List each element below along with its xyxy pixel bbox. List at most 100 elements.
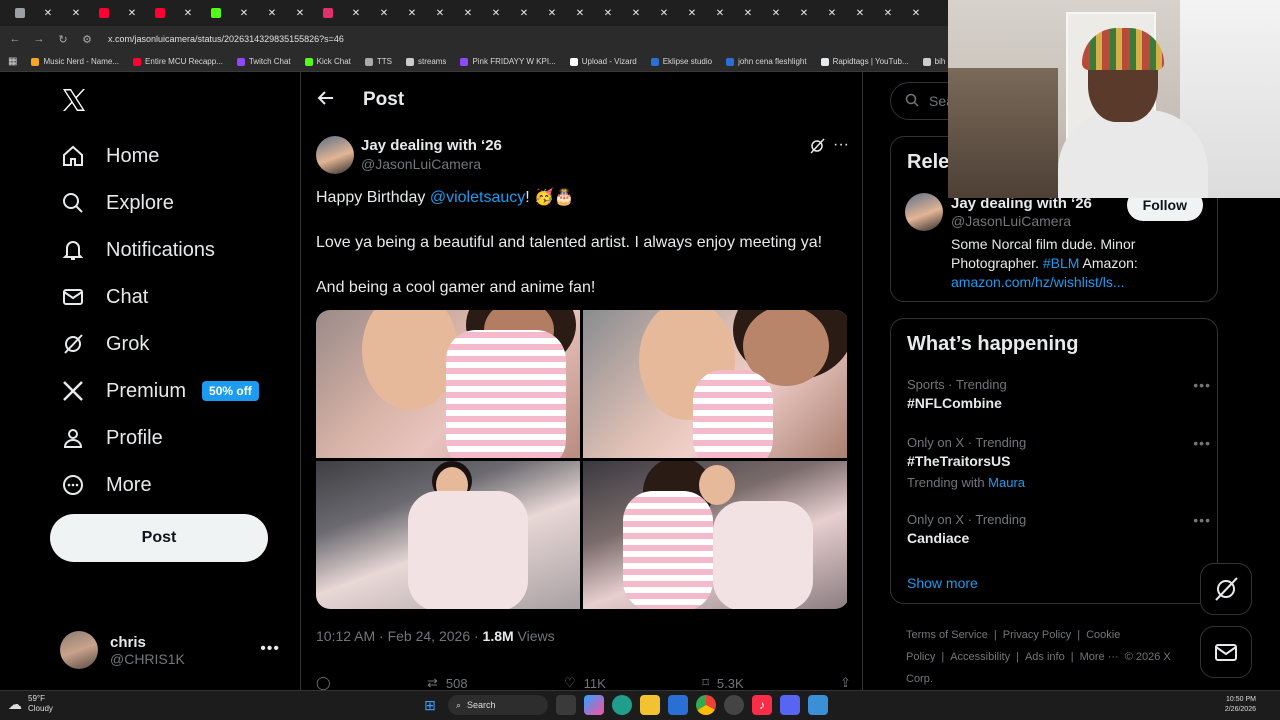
browser-tab[interactable] [146, 2, 174, 24]
browser-tab[interactable]: ✕ [650, 2, 678, 24]
browser-tab[interactable]: ✕ [706, 2, 734, 24]
browser-tab[interactable]: ✕ [370, 2, 398, 24]
reload-icon[interactable]: ↻ [56, 33, 70, 46]
x-logo-icon[interactable] [60, 86, 88, 114]
browser-tab[interactable]: ✕ [230, 2, 258, 24]
apps-grid-icon[interactable]: ▦ [8, 56, 17, 67]
browser-tab[interactable]: ✕ [510, 2, 538, 24]
tweet-timestamp[interactable]: 10:12 AM · Feb 24, 2026 · [316, 628, 483, 644]
edge-icon[interactable] [612, 695, 632, 715]
music-icon[interactable]: ♪ [752, 695, 772, 715]
taskbar-search[interactable]: ⌕ Search [448, 695, 548, 715]
browser-tab[interactable]: ✕ [678, 2, 706, 24]
mention-link[interactable]: @violetsaucy [430, 189, 525, 206]
more-horizontal-icon[interactable]: ··· [833, 136, 849, 154]
nav-explore[interactable]: Explore [60, 185, 174, 221]
browser-tab[interactable]: ✕ [62, 2, 90, 24]
browser-tab[interactable]: ✕ [398, 2, 426, 24]
browser-tab[interactable]: ✕ [286, 2, 314, 24]
browser-tab[interactable] [90, 2, 118, 24]
retweet-button[interactable]: ⇄ 508 [427, 675, 468, 691]
browser-tab[interactable]: ✕ [594, 2, 622, 24]
browser-tab[interactable]: ✕ [846, 2, 874, 24]
post-button[interactable]: Post [50, 514, 268, 562]
grok-icon[interactable] [809, 138, 825, 159]
footer-link[interactable]: Accessibility [950, 651, 1010, 663]
bookmark-item[interactable]: streams [405, 57, 446, 66]
bookmark-item[interactable]: TTS [364, 57, 392, 66]
trending-with-link[interactable]: Maura [988, 475, 1025, 490]
bookmark-item[interactable]: Eklipse studio [650, 57, 712, 66]
forward-icon[interactable]: → [32, 33, 46, 45]
browser-tab[interactable]: ✕ [566, 2, 594, 24]
obs-icon[interactable] [724, 695, 744, 715]
browser-tab[interactable] [202, 2, 230, 24]
nav-profile[interactable]: Profile [60, 420, 163, 456]
browser-tab[interactable]: ✕ [762, 2, 790, 24]
browser-tab[interactable]: ✕ [818, 2, 846, 24]
account-switcher[interactable]: chris @CHRIS1K ••• [60, 630, 290, 670]
site-settings-icon[interactable]: ⚙ [80, 33, 94, 46]
footer-link[interactable]: Ads info [1025, 651, 1065, 663]
nav-more[interactable]: More [60, 467, 152, 503]
author-avatar[interactable] [316, 136, 354, 174]
browser-tab[interactable]: ✕ [258, 2, 286, 24]
author-handle[interactable]: @JasonLuiCamera [361, 156, 481, 172]
bookmark-item[interactable]: Rapidtags | YouTub... [820, 57, 909, 66]
bookmark-item[interactable]: Kick Chat [304, 57, 351, 66]
footer-link[interactable]: More ··· [1080, 651, 1119, 663]
grok-fab-button[interactable] [1200, 563, 1252, 615]
more-horizontal-icon[interactable]: ••• [260, 640, 280, 658]
author-avatar[interactable] [905, 193, 943, 231]
task-view-icon[interactable] [556, 695, 576, 715]
browser-tab[interactable]: ✕ [790, 2, 818, 24]
wishlist-link[interactable]: amazon.com/hz/wishlist/ls... [951, 274, 1125, 290]
chrome-icon[interactable] [696, 695, 716, 715]
nav-notifications[interactable]: Notifications [60, 232, 215, 268]
author-name[interactable]: Jay dealing with ‘26 [361, 137, 502, 154]
bookmark-item[interactable]: Twitch Chat [236, 57, 291, 66]
store-icon[interactable] [668, 695, 688, 715]
browser-tab[interactable]: ✕ [874, 2, 902, 24]
back-arrow-icon[interactable] [317, 89, 335, 112]
browser-tab[interactable]: ✕ [622, 2, 650, 24]
tweet-photo[interactable] [583, 310, 847, 458]
browser-tab[interactable]: ✕ [734, 2, 762, 24]
browser-tab[interactable] [314, 2, 342, 24]
url-field[interactable]: x.com/jasonluicamera/status/202631432983… [108, 34, 344, 44]
discord-icon[interactable] [780, 695, 800, 715]
folder-icon[interactable] [640, 695, 660, 715]
tweet-photo[interactable] [316, 310, 580, 458]
trend-item[interactable]: Only on X · Trending Candiace ••• [907, 512, 1210, 546]
nav-grok[interactable]: Grok [60, 326, 149, 362]
browser-tab[interactable]: ✕ [538, 2, 566, 24]
tweet-photo[interactable] [583, 461, 847, 609]
tweet-photo[interactable] [316, 461, 580, 609]
messages-fab-button[interactable] [1200, 626, 1252, 678]
bookmark-item[interactable]: Music Nerd - Name... [31, 57, 119, 66]
system-clock[interactable]: 10:50 PM 2/26/2026 [1225, 695, 1256, 715]
trend-item[interactable]: Sports · Trending #NFLCombine ••• [907, 377, 1210, 411]
copilot-icon[interactable] [584, 695, 604, 715]
bookmark-item[interactable]: Upload - Vizard [569, 57, 637, 66]
more-horizontal-icon[interactable]: ••• [1193, 512, 1211, 528]
browser-tab[interactable]: ✕ [342, 2, 370, 24]
browser-tab[interactable]: ✕ [902, 2, 930, 24]
bookmark-item[interactable]: john cena fleshlight [726, 57, 807, 66]
nav-home[interactable]: Home [60, 138, 159, 174]
trend-item[interactable]: Only on X · Trending #TheTraitorsUS Tren… [907, 435, 1210, 490]
browser-tab[interactable] [6, 2, 34, 24]
windows-start-icon[interactable]: ⊞ [420, 695, 440, 715]
browser-tab[interactable]: ✕ [118, 2, 146, 24]
like-button[interactable]: ♡ 11K [564, 675, 606, 691]
bookmark-item[interactable]: Entire MCU Recapp... [133, 57, 223, 66]
nav-premium[interactable]: Premium 50% off [60, 373, 259, 409]
nav-chat[interactable]: Chat [60, 279, 148, 315]
footer-link[interactable]: Terms of Service [906, 629, 988, 641]
footer-link[interactable]: Privacy Policy [1003, 629, 1071, 641]
browser-tab[interactable]: ✕ [34, 2, 62, 24]
browser-tab[interactable]: ✕ [174, 2, 202, 24]
more-horizontal-icon[interactable]: ••• [1193, 377, 1211, 393]
share-button[interactable]: ⇪ [840, 675, 851, 691]
browser-tab[interactable]: ✕ [426, 2, 454, 24]
